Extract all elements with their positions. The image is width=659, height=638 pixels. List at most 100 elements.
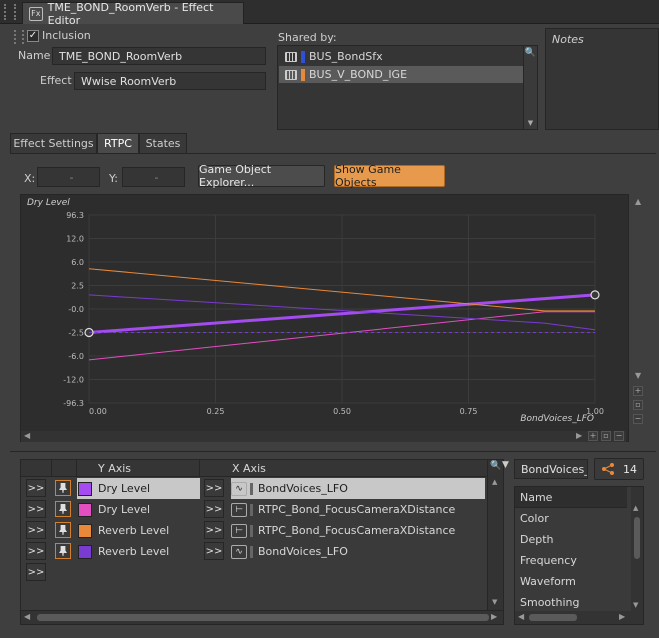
x-coord-field[interactable]: - — [37, 167, 100, 187]
name-field[interactable]: TME_BOND_RoomVerb — [52, 47, 266, 65]
zoom-out-y-icon[interactable]: − — [633, 414, 643, 424]
x-axis-cell[interactable]: ∿ BondVoices_LFO — [231, 541, 485, 562]
tab-effect-settings[interactable]: Effect Settings — [10, 133, 97, 153]
zoom-in-x-icon[interactable]: + — [588, 431, 598, 441]
scroll-left-icon[interactable]: ◀ — [24, 431, 30, 440]
scroll-thumb[interactable] — [634, 517, 640, 559]
scroll-down-icon[interactable]: ▼ — [492, 598, 497, 606]
scroll-thumb[interactable] — [529, 614, 577, 621]
property-item[interactable]: Waveform — [515, 571, 629, 592]
property-item[interactable]: Color — [515, 508, 629, 529]
scroll-up-icon[interactable]: ▲ — [492, 478, 497, 486]
x-axis-cell[interactable]: ∿ BondVoices_LFO — [231, 478, 485, 499]
zoom-out-x-icon[interactable]: − — [614, 431, 624, 441]
y-tick-label: 96.3 — [66, 211, 84, 220]
drag-grip[interactable] — [4, 4, 16, 20]
inclusion-checkbox[interactable]: ✓ — [27, 30, 39, 42]
rtpc-color-swatch — [250, 545, 253, 558]
graph-v-scrollbar[interactable]: ▲ ▼ + ▫ − — [632, 195, 646, 431]
rtpc-graph[interactable]: Dry Level BondVoices_LFO 96.3 12.0 6.0 2.5 -… — [21, 195, 630, 443]
effect-label: Effect — [40, 74, 72, 87]
rtpc-icon: ⊢ — [231, 523, 247, 538]
curve-point-handle[interactable] — [590, 290, 600, 300]
effect-field[interactable]: Wwise RoomVerb — [74, 72, 266, 90]
filter-dropdown-icon[interactable]: ▼ — [502, 460, 509, 470]
rtpc-row[interactable]: >> Dry Level >> ∿ BondVoices_LFO — [21, 478, 487, 499]
y-axis-cell[interactable]: Dry Level — [77, 478, 200, 499]
editor-tab[interactable]: Fx TME_BOND_RoomVerb - Effect Editor — [22, 1, 244, 27]
y-assign-button[interactable]: >> — [26, 521, 46, 539]
property-item[interactable]: Frequency — [515, 550, 629, 571]
scroll-up-icon[interactable]: ▲ — [635, 197, 641, 206]
bus-color-swatch — [301, 50, 305, 63]
property-item[interactable]: Smoothing — [515, 592, 629, 613]
rtpc-v-scrollbar[interactable]: 🔍 ▲ ▼ — [487, 460, 503, 610]
scroll-right-icon[interactable]: ▶ — [619, 612, 625, 621]
x-axis-cell[interactable]: ⊢ RTPC_Bond_FocusCameraXDistance — [231, 520, 485, 541]
y-assign-button[interactable]: >> — [26, 479, 46, 497]
scroll-down-icon[interactable]: ▼ — [635, 371, 641, 380]
rtpc-row[interactable]: >> Reverb Level >> ∿ BondVoices_LFO — [21, 541, 487, 562]
shared-scrollbar[interactable]: 🔍 ▼ — [523, 46, 537, 129]
property-v-scrollbar[interactable]: ▲ ▼ — [631, 487, 643, 611]
y-assign-button[interactable]: >> — [26, 500, 46, 518]
scroll-left-icon[interactable]: ◀ — [518, 612, 524, 621]
scroll-down-icon[interactable]: ▼ — [633, 601, 638, 609]
tab-states[interactable]: States — [139, 133, 187, 153]
search-icon[interactable]: 🔍 — [490, 461, 501, 471]
pin-icon[interactable] — [55, 501, 71, 517]
rtpc-icon: ⊢ — [231, 502, 247, 517]
game-object-explorer-button[interactable]: Game Object Explorer... — [198, 163, 325, 189]
notes-panel[interactable]: Notes — [545, 28, 659, 130]
x-assign-button[interactable]: >> — [204, 521, 224, 539]
pin-icon[interactable] — [55, 480, 71, 496]
y-assign-button[interactable]: >> — [26, 542, 46, 560]
y-coord-field[interactable]: - — [122, 167, 185, 187]
x-assign-button[interactable]: >> — [204, 479, 224, 497]
tab-rtpc[interactable]: RTPC — [97, 133, 139, 153]
rtpc-h-scrollbar[interactable]: ◀ ▶ — [21, 610, 503, 624]
name-label: Name — [18, 49, 51, 62]
effect-value: Wwise RoomVerb — [81, 74, 177, 88]
bus-color-swatch — [301, 68, 305, 81]
property-h-scrollbar[interactable]: ◀ ▶ — [515, 611, 643, 624]
property-search-field[interactable]: BondVoices_l — [514, 459, 588, 479]
x-assign-button[interactable]: >> — [204, 500, 224, 518]
x-tick-label: 1.00 — [586, 407, 604, 416]
show-game-objects-button[interactable]: Show Game Objects — [334, 163, 445, 189]
graph-h-scrollbar[interactable]: ◀ ▶ + ▫ − — [21, 431, 626, 442]
y-axis-cell[interactable]: Reverb Level — [77, 520, 200, 541]
x-assign-button[interactable]: >> — [204, 542, 224, 560]
shared-by-item[interactable]: BUS_V_BOND_IGE — [279, 66, 523, 83]
scroll-thumb[interactable] — [37, 614, 489, 621]
game-objects-count-button[interactable]: 14 — [594, 458, 644, 480]
scroll-up-icon[interactable]: ▲ — [633, 504, 638, 512]
lfo-icon: ∿ — [231, 481, 247, 496]
scroll-right-icon[interactable]: ▶ — [576, 431, 582, 440]
rtpc-row[interactable]: >> Dry Level >> ⊢ RTPC_Bond_FocusCameraXDist… — [21, 499, 487, 520]
scroll-right-icon[interactable]: ▶ — [491, 612, 497, 621]
x-axis-label: RTPC_Bond_FocusCameraXDistance — [258, 524, 456, 537]
inclusion-grip — [14, 30, 24, 44]
add-rtpc-button[interactable]: >> — [26, 563, 46, 581]
col-divider — [51, 460, 52, 477]
shared-by-list[interactable]: BUS_BondSfx BUS_V_BOND_IGE 🔍 ▼ — [277, 45, 538, 130]
y-tick-label: -6.0 — [68, 352, 84, 361]
y-axis-cell[interactable]: Dry Level — [77, 499, 200, 520]
pin-icon[interactable] — [55, 522, 71, 538]
property-item[interactable]: Depth — [515, 529, 629, 550]
y-tick-label: 6.0 — [71, 258, 84, 267]
zoom-in-y-icon[interactable]: + — [633, 386, 643, 396]
fit-y-icon[interactable]: ▫ — [633, 400, 643, 410]
shared-by-item[interactable]: BUS_BondSfx — [279, 48, 523, 65]
y-axis-cell[interactable]: Reverb Level — [77, 541, 200, 562]
scroll-down-icon[interactable]: ▼ — [524, 119, 537, 127]
pin-icon[interactable] — [55, 543, 71, 559]
x-axis-cell[interactable]: ⊢ RTPC_Bond_FocusCameraXDistance — [231, 499, 485, 520]
splitter[interactable] — [10, 451, 656, 452]
rtpc-row[interactable]: >> Reverb Level >> ⊢ RTPC_Bond_FocusCameraXD… — [21, 520, 487, 541]
scroll-left-icon[interactable]: ◀ — [24, 612, 30, 621]
fit-x-icon[interactable]: ▫ — [601, 431, 611, 441]
search-icon[interactable]: 🔍 — [524, 48, 537, 58]
rtpc-color-swatch — [250, 482, 253, 495]
